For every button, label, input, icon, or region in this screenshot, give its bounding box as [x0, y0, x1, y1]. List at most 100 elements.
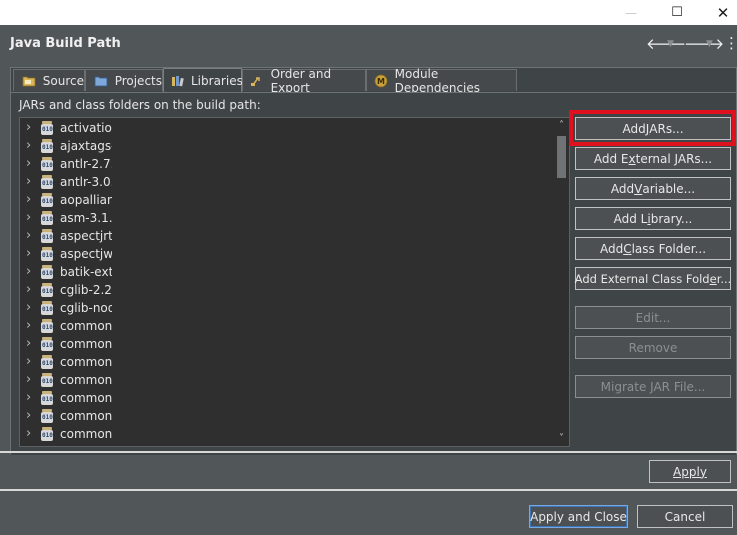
tree-item-label: aspectjwe: [60, 247, 112, 261]
apply-and-close-button[interactable]: Apply and Close: [529, 505, 628, 528]
tab-order-export[interactable]: Order and Export: [242, 67, 366, 95]
tree-item[interactable]: › 010 aspectjwe: [20, 245, 550, 263]
tree-scrollbar[interactable]: ˄ ˅: [554, 118, 569, 446]
tree-item[interactable]: › 010 antlr-2.7.7: [20, 155, 550, 173]
jar-icon: 010: [41, 121, 53, 135]
tree-item[interactable]: › 010 commons: [20, 371, 550, 389]
scroll-down-icon[interactable]: ˅: [554, 433, 569, 444]
chevron-right-icon[interactable]: ›: [26, 299, 36, 317]
tree-item[interactable]: › 010 batik-ext-: [20, 263, 550, 281]
back-dropdown-icon[interactable]: ▼: [667, 39, 674, 49]
apply-button[interactable]: Apply: [649, 460, 731, 483]
tree-item[interactable]: › 010 commons: [20, 425, 550, 443]
minimize-button[interactable]: —: [608, 0, 654, 25]
jar-icon: 010: [41, 373, 53, 387]
jar-icon: 010: [41, 139, 53, 153]
jar-icon: 010: [41, 391, 53, 405]
chevron-right-icon[interactable]: ›: [26, 317, 36, 335]
tree-item[interactable]: › 010 antlr-3.0.1: [20, 173, 550, 191]
tree-item[interactable]: › 010 aopallianc: [20, 191, 550, 209]
tree-item[interactable]: › 010 aspectjrt-: [20, 227, 550, 245]
tree-item-label: ajaxtags-1: [60, 139, 112, 153]
add-external-jars-button[interactable]: Add Ex ternal JARs...: [575, 147, 731, 170]
remove-button[interactable]: Remove: [575, 336, 731, 359]
add-external-jars-label-pre: Add E: [593, 151, 629, 166]
tree-item-label: commons: [60, 373, 112, 387]
tree-item-label: activation: [60, 121, 112, 135]
chevron-right-icon[interactable]: ›: [26, 245, 36, 263]
tab-libraries[interactable]: Libraries: [163, 68, 243, 92]
add-jars-button[interactable]: Add J ARs...: [575, 117, 731, 140]
tree-item[interactable]: › 010 activation: [20, 119, 550, 137]
tab-order-export-label: Order and Export: [270, 66, 332, 95]
tab-module-dependencies-label: Module Dependencies: [394, 66, 481, 95]
add-variable-label-post: ariable...: [642, 181, 696, 196]
chevron-right-icon[interactable]: ›: [26, 263, 36, 281]
add-external-class-folder-label-pre: Add External Class Fold: [574, 271, 710, 286]
maximize-button[interactable]: ☐: [654, 0, 700, 25]
add-library-label-pre: Add L: [613, 211, 648, 226]
add-variable-label-pre: Add: [610, 181, 635, 196]
tab-strip: Source Projects Libraries Order and Expo…: [11, 67, 736, 95]
chevron-right-icon[interactable]: ›: [26, 209, 36, 227]
tree-item-label: antlr-3.0.1: [60, 175, 112, 189]
tree-item[interactable]: › 010 commons: [20, 353, 550, 371]
scroll-thumb[interactable]: [557, 136, 566, 178]
add-jars-label-pre: Add: [622, 121, 646, 136]
chevron-right-icon[interactable]: ›: [26, 389, 36, 407]
chevron-right-icon[interactable]: ›: [26, 137, 36, 155]
chevron-right-icon[interactable]: ›: [26, 119, 36, 137]
cancel-button[interactable]: Cancel: [637, 505, 733, 528]
svg-text:M: M: [377, 77, 385, 86]
tab-projects-label: Projects: [114, 73, 162, 88]
jar-icon: 010: [41, 157, 53, 171]
tree-item[interactable]: › 010 commons: [20, 407, 550, 425]
view-menu-icon[interactable]: ⋮: [724, 34, 737, 52]
tree-item[interactable]: › 010 commons: [20, 335, 550, 353]
close-button[interactable]: ✕: [700, 0, 737, 25]
add-library-button[interactable]: Add Li brary...: [575, 207, 731, 230]
chevron-right-icon[interactable]: ›: [26, 191, 36, 209]
tree-item[interactable]: › 010 asm-3.1.j: [20, 209, 550, 227]
chevron-right-icon[interactable]: ›: [26, 227, 36, 245]
chevron-right-icon[interactable]: ›: [26, 155, 36, 173]
add-class-folder-button[interactable]: Add Class Folder...: [575, 237, 731, 260]
library-tree[interactable]: › 010 commons › 010 commons › 010 commons › 010 com…: [19, 117, 570, 447]
tab-source-label: Source: [42, 73, 84, 88]
tree-item[interactable]: › 010 commons: [20, 317, 550, 335]
chevron-right-icon[interactable]: ›: [26, 425, 36, 443]
tree-item-label: commons: [60, 319, 112, 333]
add-external-class-folder-button[interactable]: Add External Class Fold e r...: [575, 267, 731, 290]
page-header: Java Build Path 🡐 ▼ 🡒 ▼ ⋮: [0, 25, 737, 64]
scroll-up-icon[interactable]: ˄: [554, 120, 569, 131]
tree-item-label: cglib-nod: [60, 301, 112, 315]
add-library-label-post: brary...: [650, 211, 693, 226]
tree-item[interactable]: › 010 ajaxtags-1: [20, 137, 550, 155]
tree-item-label: cglib-2.2.: [60, 283, 112, 297]
chevron-right-icon[interactable]: ›: [26, 335, 36, 353]
tree-item[interactable]: › 010 cglib-nod: [20, 299, 550, 317]
chevron-right-icon[interactable]: ›: [26, 173, 36, 191]
chevron-right-icon[interactable]: ›: [26, 353, 36, 371]
tab-projects[interactable]: Projects: [85, 69, 163, 91]
maximize-icon: ☐: [671, 5, 683, 20]
migrate-jar-button[interactable]: Migrate JAR File...: [575, 375, 731, 398]
jar-icon: 010: [41, 211, 53, 225]
add-variable-button[interactable]: Add Variable...: [575, 177, 731, 200]
add-variable-mnemonic: V: [634, 181, 643, 196]
chevron-right-icon[interactable]: ›: [26, 281, 36, 299]
close-icon: ✕: [716, 3, 730, 22]
chevron-right-icon[interactable]: ›: [26, 371, 36, 389]
tab-module-dependencies[interactable]: M Module Dependencies: [366, 67, 517, 95]
forward-arrow-icon[interactable]: 🡒: [684, 34, 724, 53]
tree-item[interactable]: › 010 commons: [20, 389, 550, 407]
forward-dropdown-icon[interactable]: ▼: [706, 39, 713, 49]
add-external-jars-label-post: ternal JARs...: [635, 151, 713, 166]
jar-icon: 010: [41, 337, 53, 351]
tab-source[interactable]: Source: [13, 69, 85, 91]
add-class-folder-label-post: lass Folder...: [631, 241, 707, 256]
tree-item-label: aopallianc: [60, 193, 112, 207]
tree-item[interactable]: › 010 cglib-2.2.: [20, 281, 550, 299]
edit-button[interactable]: Edit...: [575, 306, 731, 329]
chevron-right-icon[interactable]: ›: [26, 407, 36, 425]
